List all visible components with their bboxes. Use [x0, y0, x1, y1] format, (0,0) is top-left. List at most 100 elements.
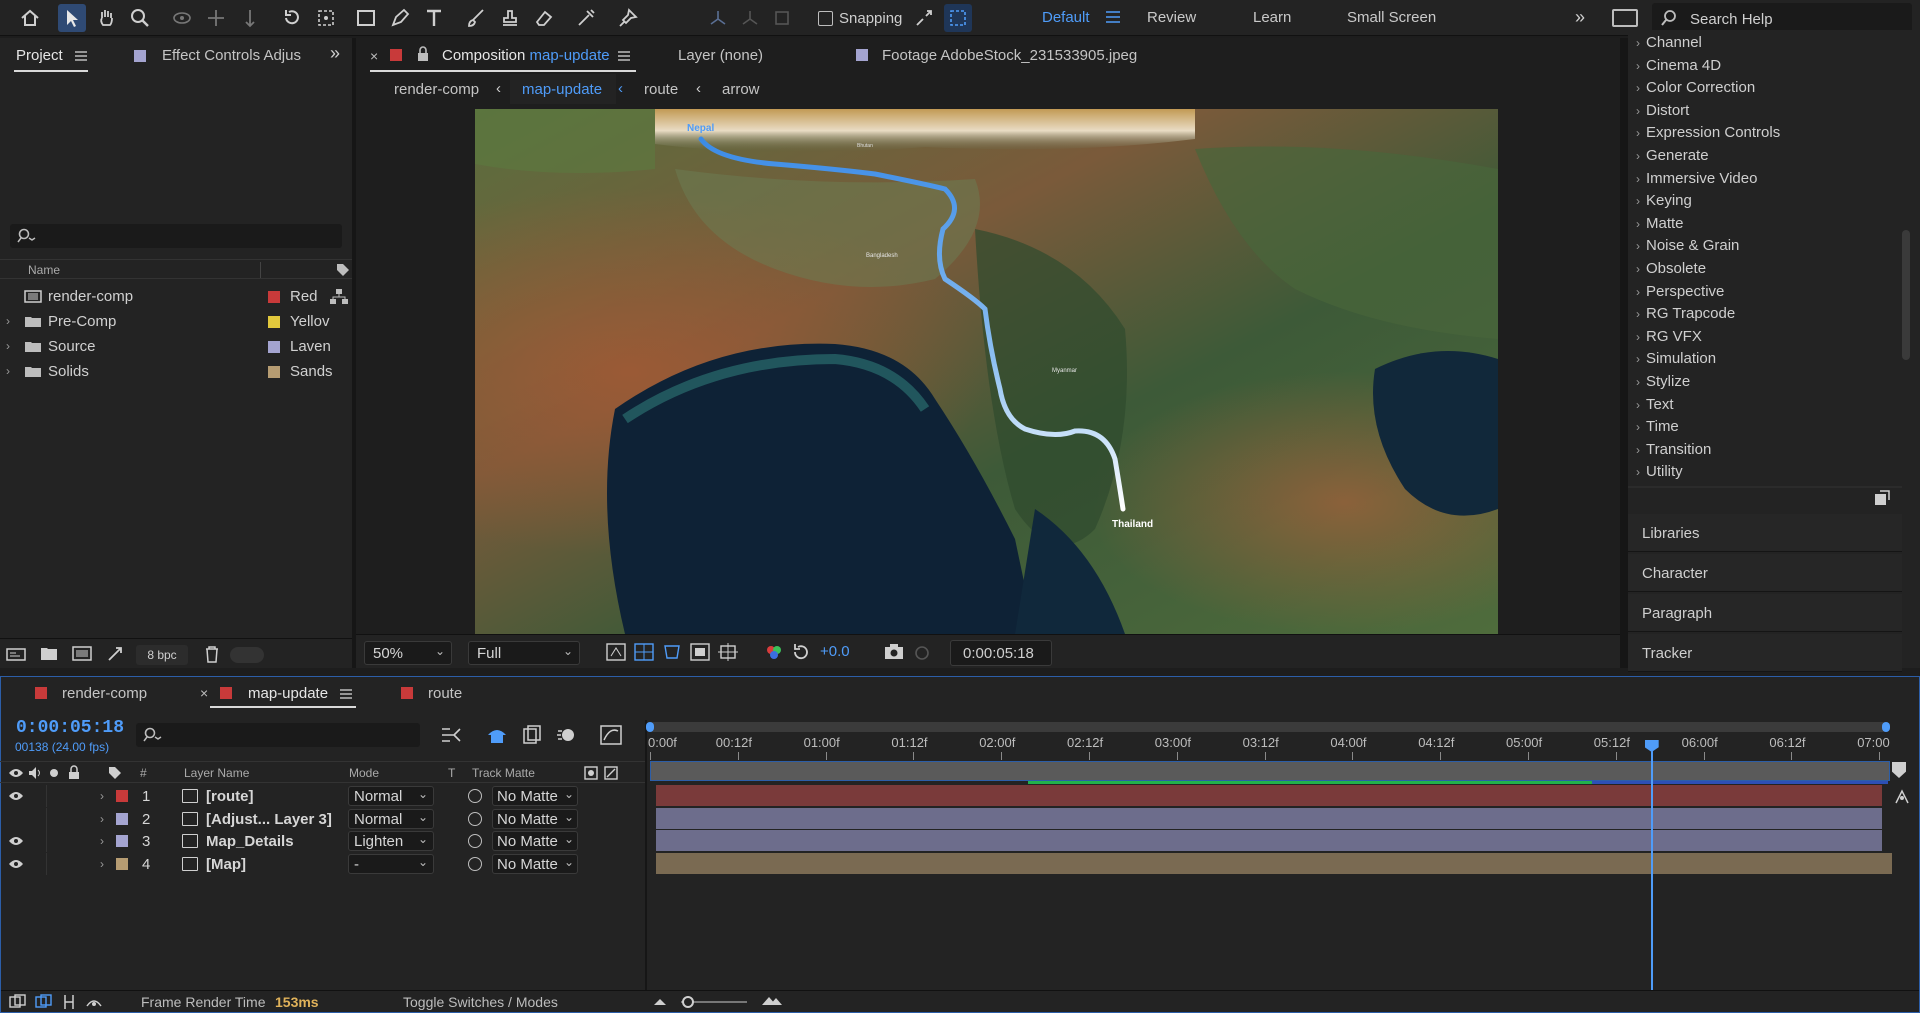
pan-camera-icon[interactable] — [202, 4, 230, 32]
interpret-footage-icon[interactable] — [6, 646, 26, 662]
effect-category-keying[interactable]: › Keying — [1636, 192, 1692, 209]
effect-category-simulation[interactable]: › Simulation — [1636, 350, 1716, 367]
layer-row[interactable]: › 4 [Map] - ⌄ No Matte ⌄ — [0, 852, 646, 875]
expand-chevron-icon[interactable]: › — [100, 834, 104, 848]
dolly-camera-icon[interactable] — [236, 4, 264, 32]
toggle-switch[interactable] — [230, 647, 264, 663]
layer-label-swatch[interactable] — [116, 835, 128, 848]
breadcrumb-item-active[interactable]: map-update — [522, 81, 602, 98]
frame-blending-icon[interactable] — [522, 725, 542, 745]
effect-category-generate[interactable]: › Generate — [1636, 147, 1709, 164]
effect-category-channel[interactable]: › Channel — [1636, 34, 1702, 51]
effect-category-rg-vfx[interactable]: › RG VFX — [1636, 328, 1702, 345]
workspace-small-screen[interactable]: Small Screen — [1347, 9, 1436, 26]
layer-name[interactable]: [Map] — [206, 856, 246, 873]
panel-libraries[interactable]: Libraries — [1628, 514, 1902, 552]
layer-switches-icon[interactable] — [9, 994, 27, 1010]
axis-world-icon[interactable] — [736, 4, 764, 32]
effect-category-distort[interactable]: › Distort — [1636, 102, 1689, 119]
expand-chevron-icon[interactable]: › — [6, 364, 10, 378]
effect-category-matte[interactable]: › Matte — [1636, 215, 1684, 232]
layer-duration-bar[interactable] — [656, 785, 1882, 806]
layer-name[interactable]: [Adjust... Layer 3] — [206, 811, 332, 828]
layer-row[interactable]: › 1 [route] Normal ⌄ No Matte ⌄ — [0, 785, 646, 807]
effect-category-immersive-video[interactable]: › Immersive Video — [1636, 170, 1757, 187]
project-item-render-comp[interactable]: render-comp Red — [0, 284, 352, 309]
workspace-default[interactable]: Default — [1042, 9, 1090, 26]
comp-menu-icon[interactable] — [618, 51, 630, 61]
pan-behind-icon[interactable] — [312, 4, 340, 32]
project-item-solids[interactable]: › Solids Sands — [0, 359, 352, 384]
reset-exposure-icon[interactable] — [792, 643, 810, 661]
effect-category-cinema-4d[interactable]: › Cinema 4D — [1636, 57, 1721, 74]
effect-category-obsolete[interactable]: › Obsolete — [1636, 260, 1706, 277]
composition-tab[interactable]: Composition map-update — [442, 47, 610, 64]
expand-chevron-icon[interactable]: › — [100, 857, 104, 871]
puppet-pin-icon[interactable] — [614, 4, 642, 32]
effect-category-transition[interactable]: › Transition — [1636, 441, 1711, 458]
zoom-slider-thumb[interactable] — [682, 996, 694, 1008]
mask-visibility-icon[interactable] — [662, 643, 682, 661]
audio-icon[interactable] — [28, 766, 42, 780]
rectangle-tool-icon[interactable] — [352, 4, 380, 32]
eye-icon[interactable] — [8, 858, 24, 870]
eye-icon[interactable] — [8, 790, 24, 802]
comp-flowchart-icon[interactable] — [440, 725, 462, 745]
motion-blur-icon[interactable] — [556, 725, 576, 745]
effect-category-expression-controls[interactable]: › Expression Controls — [1636, 124, 1780, 141]
snap-features-icon[interactable] — [944, 4, 972, 32]
layer-row[interactable]: › 3 Map_Details Lighten ⌄ No Matte ⌄ — [0, 830, 646, 853]
graph-editor-icon[interactable] — [600, 725, 622, 745]
tab-project[interactable]: Project — [16, 47, 63, 64]
workspace-menu-icon[interactable] — [1106, 11, 1120, 23]
axis-local-icon[interactable] — [704, 4, 732, 32]
tab-map-update[interactable]: map-update — [248, 685, 328, 702]
search-help-field[interactable]: Search Help — [1652, 3, 1912, 33]
tab-render-comp[interactable]: render-comp — [62, 685, 147, 702]
layer-duration-bar[interactable] — [656, 852, 1892, 874]
zoom-tool-icon[interactable] — [126, 4, 154, 32]
roto-brush-icon[interactable] — [572, 4, 600, 32]
show-snapshot-icon[interactable] — [912, 643, 932, 661]
lock-icon[interactable] — [68, 765, 80, 780]
label-tag-icon[interactable] — [336, 263, 350, 277]
workspace-learn[interactable]: Learn — [1253, 9, 1291, 26]
new-folder-icon[interactable] — [40, 646, 58, 661]
zoom-dropdown[interactable]: 50% ⌄ — [364, 641, 452, 665]
rotation-tool-icon[interactable] — [278, 4, 306, 32]
close-tab-icon[interactable]: × — [200, 685, 208, 701]
tab-route[interactable]: route — [428, 685, 462, 702]
snapping-checkbox[interactable] — [818, 11, 833, 26]
project-menu-icon[interactable] — [75, 51, 87, 61]
matte-pickwhip-icon[interactable] — [468, 789, 482, 803]
time-navigator[interactable] — [646, 722, 1890, 732]
layer-marker-icon[interactable] — [1893, 788, 1911, 806]
grid-guides-icon[interactable] — [718, 643, 738, 661]
video-visibility-icon[interactable] — [8, 767, 24, 779]
bpc-button[interactable]: 8 bpc — [136, 645, 188, 665]
resolution-dropdown[interactable]: Full ⌄ — [468, 641, 580, 665]
trash-icon[interactable] — [204, 645, 220, 663]
current-time-indicator[interactable] — [1644, 740, 1659, 990]
type-tool-icon[interactable] — [420, 4, 448, 32]
layer-name[interactable]: Map_Details — [206, 833, 294, 850]
breadcrumb-item[interactable]: route — [644, 81, 678, 98]
panel-layout-icon[interactable] — [1612, 9, 1638, 27]
close-tab-icon[interactable]: × — [370, 48, 378, 64]
navigator-start-handle[interactable] — [646, 722, 654, 732]
matte-pickwhip-icon[interactable] — [468, 856, 482, 871]
footage-tab[interactable]: Footage AdobeStock_231533905.jpeg — [882, 47, 1137, 64]
layer-row[interactable]: › 2 [Adjust... Layer 3] Normal ⌄ No Matte ⌄ — [0, 807, 646, 830]
panel-tracker[interactable]: Tracker — [1628, 634, 1902, 672]
shy-layers-icon[interactable] — [486, 725, 508, 745]
clone-stamp-icon[interactable] — [496, 4, 524, 32]
pen-tool-icon[interactable] — [386, 4, 414, 32]
project-search-input[interactable] — [10, 224, 342, 248]
label-swatch[interactable] — [268, 366, 280, 378]
adjust-settings-icon[interactable] — [106, 645, 124, 663]
effect-category-text[interactable]: › Text — [1636, 396, 1674, 413]
expand-chevron-icon[interactable]: › — [100, 812, 104, 826]
effect-category-utility[interactable]: › Utility — [1636, 463, 1683, 480]
solo-icon[interactable] — [50, 769, 58, 777]
snap-edges-icon[interactable] — [910, 4, 938, 32]
